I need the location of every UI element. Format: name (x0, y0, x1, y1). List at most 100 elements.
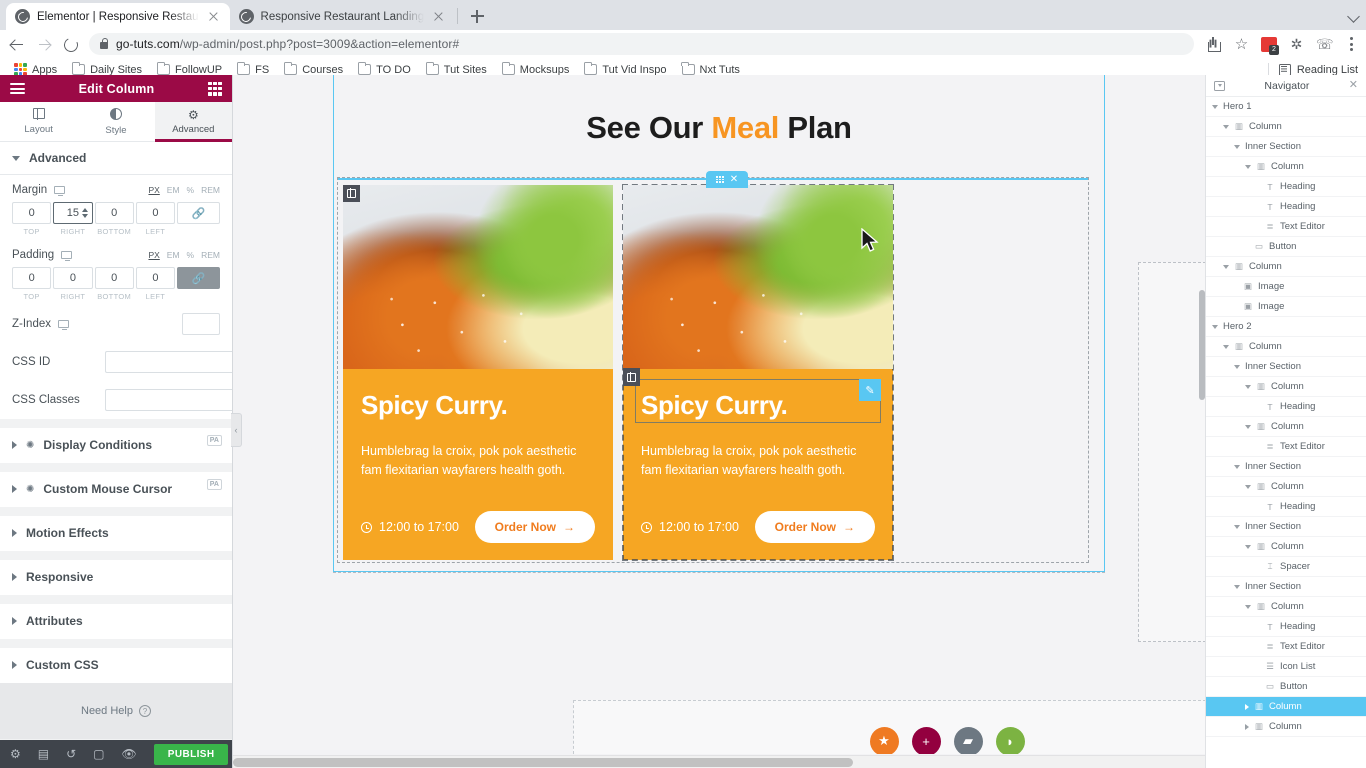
edit-pencil-icon[interactable]: ✎ (859, 379, 881, 401)
navigator-item-text-editor[interactable]: ≣ Text Editor (1206, 217, 1366, 237)
extension-red-icon[interactable] (1261, 36, 1279, 55)
chevron-down-icon[interactable] (1223, 264, 1229, 269)
margin-top-input[interactable]: 0 (12, 202, 52, 224)
navigator-item-button[interactable]: ▭ Button (1206, 237, 1366, 257)
padding-left-input[interactable]: 0 (135, 267, 175, 289)
navigator-item-inner-section[interactable]: Inner Section (1206, 457, 1366, 477)
drag-handle-icon[interactable] (715, 176, 724, 183)
padding-top-input[interactable]: 0 (12, 267, 52, 289)
navigator-item-inner-section[interactable]: Inner Section (1206, 577, 1366, 597)
navigator-item-inner-section[interactable]: Inner Section (1206, 357, 1366, 377)
navigator-item-spacer[interactable]: ⌶ Spacer (1206, 557, 1366, 577)
navigator-item-column[interactable]: ▥ Column (1206, 157, 1366, 177)
margin-link-toggle[interactable]: 🔗 (177, 202, 220, 224)
unit-em[interactable]: EM (167, 250, 180, 260)
navigator-item-column[interactable]: ▥ Column (1206, 697, 1366, 717)
margin-left-input[interactable]: 0 (135, 202, 175, 224)
reload-icon[interactable] (62, 35, 80, 54)
layers-icon[interactable]: ▤ (38, 748, 49, 760)
close-icon[interactable]: ✕ (730, 174, 738, 185)
history-icon[interactable]: ↺ (66, 748, 76, 760)
column-handle-icon[interactable] (343, 185, 360, 202)
accordion-attributes[interactable]: Attributes (0, 604, 232, 639)
chevron-down-icon[interactable] (1234, 144, 1240, 149)
margin-bottom-input[interactable]: 0 (94, 202, 134, 224)
chevron-down-icon[interactable] (1245, 164, 1251, 169)
preview-icon[interactable]: 👁 (122, 748, 137, 760)
chevron-right-icon[interactable] (1245, 703, 1249, 710)
navigator-item-column[interactable]: ▥ Column (1206, 717, 1366, 737)
tab-layout[interactable]: Layout (0, 102, 77, 141)
accordion-responsive[interactable]: Responsive (0, 560, 232, 595)
tab-style[interactable]: Style (77, 102, 154, 141)
padding-link-toggle[interactable]: 🔗 (177, 267, 220, 289)
unit-percent[interactable]: % (187, 185, 195, 195)
navigator-item-hero-2[interactable]: Hero 2 (1206, 317, 1366, 337)
scrollbar-thumb[interactable] (233, 758, 853, 767)
unit-rem[interactable]: REM (201, 185, 220, 195)
chevron-down-icon[interactable] (1234, 524, 1240, 529)
folder-widget-icon[interactable]: ▰ (953, 726, 983, 754)
chevron-down-icon[interactable] (1245, 384, 1251, 389)
star-widget-icon[interactable]: ★ (869, 726, 899, 754)
meal-card-0[interactable]: Spicy Curry. Humblebrag la croix, pok po… (343, 185, 613, 560)
desktop-icon[interactable] (54, 186, 66, 196)
navigator-item-hero-1[interactable]: Hero 1 (1206, 97, 1366, 117)
unit-px[interactable]: PX (148, 185, 159, 195)
navigator-item-heading[interactable]: T Heading (1206, 397, 1366, 417)
chevron-down-icon[interactable] (1234, 584, 1240, 589)
css-id-input[interactable] (105, 351, 232, 373)
chevron-down-icon[interactable] (1245, 484, 1251, 489)
address-bar[interactable]: go-tuts.com/wp-admin/post.php?post=3009&… (89, 33, 1194, 55)
accordion-display-conditions[interactable]: ✺ Display Conditions PA (0, 428, 232, 463)
navigator-item-column[interactable]: ▥ Column (1206, 117, 1366, 137)
navigator-item-text-editor[interactable]: ≣ Text Editor (1206, 637, 1366, 657)
navigator-item-column[interactable]: ▥ Column (1206, 537, 1366, 557)
phone-icon[interactable]: ☏ (1316, 36, 1334, 53)
hamburger-icon[interactable] (10, 82, 25, 95)
puzzle-icon[interactable]: ✲ (1288, 36, 1305, 53)
unit-percent[interactable]: % (187, 250, 195, 260)
navigator-item-heading[interactable]: T Heading (1206, 197, 1366, 217)
need-help-link[interactable]: Need Help ? (0, 683, 232, 739)
margin-right-input[interactable]: 15 (53, 202, 93, 224)
navigator-item-inner-section[interactable]: Inner Section (1206, 137, 1366, 157)
panel-collapse-toggle[interactable]: ‹ (231, 413, 242, 447)
advanced-section-header[interactable]: Advanced (0, 142, 232, 175)
widget-dropzone[interactable]: ★ + ▰ ◗ Drag widget here (573, 700, 1205, 754)
meal-plan-heading[interactable]: See Our Meal Plan (233, 110, 1205, 146)
chevron-down-icon[interactable] (1223, 344, 1229, 349)
kebab-menu-icon[interactable] (1344, 36, 1358, 53)
unit-px[interactable]: PX (148, 250, 159, 260)
close-icon[interactable] (431, 9, 446, 24)
navigator-item-icon-list[interactable]: ☰ Icon List (1206, 657, 1366, 677)
chevron-down-icon[interactable] (1245, 604, 1251, 609)
section-handle-toolbar[interactable]: ✕ (706, 171, 748, 188)
chevron-right-icon[interactable] (1245, 723, 1249, 730)
navigator-item-column[interactable]: ▥ Column (1206, 477, 1366, 497)
column-handle-icon[interactable] (623, 368, 640, 386)
chevron-down-icon[interactable] (1223, 124, 1229, 129)
forward-icon[interactable] (36, 36, 53, 53)
leaf-widget-icon[interactable]: ◗ (995, 726, 1025, 754)
unit-rem[interactable]: REM (201, 250, 220, 260)
empty-column-dropzone[interactable]: + (1138, 262, 1205, 642)
publish-button[interactable]: PUBLISH (153, 743, 229, 765)
chevron-down-icon[interactable] (1234, 364, 1240, 369)
navigator-item-image[interactable]: ▣ Image (1206, 297, 1366, 317)
browser-tab-1[interactable]: Responsive Restaurant Landing (229, 3, 456, 30)
meal-card-description[interactable]: Humblebrag la croix, pok pok aesthetic f… (641, 442, 875, 481)
meal-card-1[interactable]: ✎ Spicy Curry. Humblebrag la croix, pok … (622, 184, 894, 561)
padding-bottom-input[interactable]: 0 (94, 267, 134, 289)
navigator-item-column[interactable]: ▥ Column (1206, 597, 1366, 617)
chevron-down-icon[interactable] (1212, 104, 1218, 109)
accordion-motion-effects[interactable]: Motion Effects (0, 516, 232, 551)
navigator-item-heading[interactable]: T Heading (1206, 497, 1366, 517)
desktop-icon[interactable] (58, 320, 69, 330)
chevron-down-icon[interactable] (1245, 424, 1251, 429)
close-icon[interactable] (206, 9, 221, 24)
add-widget-icon[interactable]: + (911, 726, 941, 754)
unit-em[interactable]: EM (167, 185, 180, 195)
canvas-horizontal-scrollbar[interactable] (233, 755, 1205, 768)
navigator-item-text-editor[interactable]: ≣ Text Editor (1206, 437, 1366, 457)
